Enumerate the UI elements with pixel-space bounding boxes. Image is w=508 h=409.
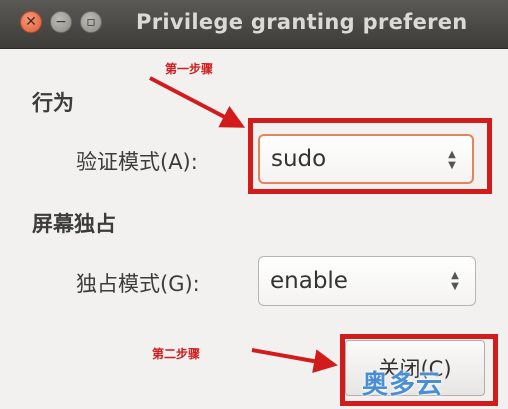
step2-arrow [251,348,338,373]
watermark-logo: 奥多云 [362,370,444,400]
annotation-arrows [149,76,338,373]
step1-arrow [149,76,246,128]
